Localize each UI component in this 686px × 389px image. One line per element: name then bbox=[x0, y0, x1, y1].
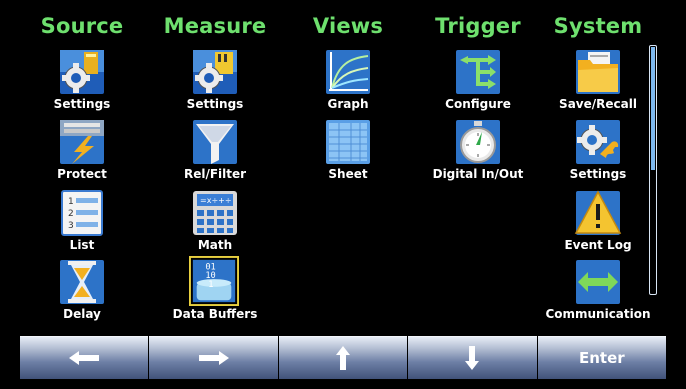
up-button[interactable] bbox=[278, 336, 408, 379]
measure-settings-icon bbox=[191, 48, 239, 96]
rel-filter-tile[interactable]: Rel/Filter bbox=[160, 118, 270, 184]
math-label: Math bbox=[197, 238, 233, 252]
warning-triangle-icon bbox=[574, 189, 622, 237]
column-header-views: Views bbox=[312, 14, 384, 38]
data-buffers-icon: 01 10 1 bbox=[189, 256, 239, 306]
save-recall-label: Save/Recall bbox=[559, 97, 637, 111]
column-header-measure: Measure bbox=[163, 14, 267, 38]
scrollbar-thumb[interactable] bbox=[651, 47, 655, 170]
event-log-label: Event Log bbox=[564, 238, 632, 252]
rel-filter-label: Rel/Filter bbox=[183, 167, 247, 181]
column-header-source: Source bbox=[40, 14, 124, 38]
graph-tile[interactable]: Graph bbox=[293, 48, 403, 114]
right-button[interactable] bbox=[149, 336, 278, 379]
gear-wrench-icon bbox=[574, 118, 622, 166]
graph-icon bbox=[324, 48, 372, 96]
digital-io-tile[interactable]: Digital In/Out bbox=[423, 118, 533, 184]
right-arrow-icon bbox=[198, 351, 229, 365]
sheet-icon bbox=[324, 118, 372, 166]
folder-icon bbox=[574, 48, 622, 96]
filter-funnel-icon bbox=[191, 118, 239, 166]
data-buffers-tile[interactable]: 01 10 1 Data Buffers bbox=[160, 256, 270, 324]
navigation-button-bar: Enter bbox=[20, 336, 667, 379]
left-arrow-icon bbox=[69, 351, 100, 365]
source-settings-icon bbox=[58, 48, 106, 96]
scrollbar[interactable] bbox=[649, 45, 657, 295]
measure-settings-tile[interactable]: Settings bbox=[160, 48, 270, 114]
system-settings-tile[interactable]: Settings bbox=[543, 118, 653, 184]
down-arrow-icon bbox=[465, 346, 480, 370]
calculator-icon: =x÷+÷ bbox=[191, 189, 239, 237]
svg-text:1: 1 bbox=[68, 197, 74, 207]
column-header-system: System bbox=[553, 14, 643, 38]
save-recall-tile[interactable]: Save/Recall bbox=[543, 48, 653, 114]
system-settings-label: Settings bbox=[569, 167, 627, 181]
trigger-configure-label: Configure bbox=[445, 97, 511, 111]
hourglass-icon bbox=[58, 258, 106, 306]
delay-label: Delay bbox=[63, 307, 101, 321]
svg-text:3: 3 bbox=[68, 221, 74, 231]
column-header-trigger: Trigger bbox=[435, 14, 521, 38]
source-settings-label: Settings bbox=[53, 97, 111, 111]
enter-label: Enter bbox=[578, 349, 625, 367]
protect-tile[interactable]: Protect bbox=[27, 118, 137, 184]
source-settings-tile[interactable]: Settings bbox=[27, 48, 137, 114]
measure-settings-label: Settings bbox=[186, 97, 244, 111]
communication-label: Communication bbox=[545, 307, 651, 321]
down-button[interactable] bbox=[408, 336, 537, 379]
left-button[interactable] bbox=[20, 336, 149, 379]
sheet-tile[interactable]: Sheet bbox=[293, 118, 403, 184]
trigger-flow-icon bbox=[454, 48, 502, 96]
svg-text:1: 1 bbox=[208, 280, 213, 290]
protect-label: Protect bbox=[57, 167, 107, 181]
menu-screen: Source Settings Protect 1 2 3 List Delay… bbox=[0, 0, 686, 389]
stopwatch-icon bbox=[454, 118, 502, 166]
double-arrow-icon bbox=[574, 258, 622, 306]
graph-label: Graph bbox=[327, 97, 369, 111]
event-log-tile[interactable]: Event Log bbox=[543, 189, 653, 255]
svg-text:2: 2 bbox=[68, 209, 74, 219]
list-label: List bbox=[69, 238, 95, 252]
list-icon: 1 2 3 bbox=[58, 189, 106, 237]
data-buffers-label: Data Buffers bbox=[172, 307, 258, 321]
communication-tile[interactable]: Communication bbox=[543, 258, 653, 324]
svg-text:=x÷+÷: =x÷+÷ bbox=[200, 196, 232, 205]
delay-tile[interactable]: Delay bbox=[27, 258, 137, 324]
enter-button[interactable]: Enter bbox=[537, 336, 667, 379]
trigger-configure-tile[interactable]: Configure bbox=[423, 48, 533, 114]
digital-io-label: Digital In/Out bbox=[432, 167, 524, 181]
up-arrow-icon bbox=[336, 346, 351, 370]
sheet-label: Sheet bbox=[328, 167, 368, 181]
protect-icon bbox=[58, 118, 106, 166]
list-tile[interactable]: 1 2 3 List bbox=[27, 189, 137, 255]
math-tile[interactable]: =x÷+÷ Math bbox=[160, 189, 270, 255]
